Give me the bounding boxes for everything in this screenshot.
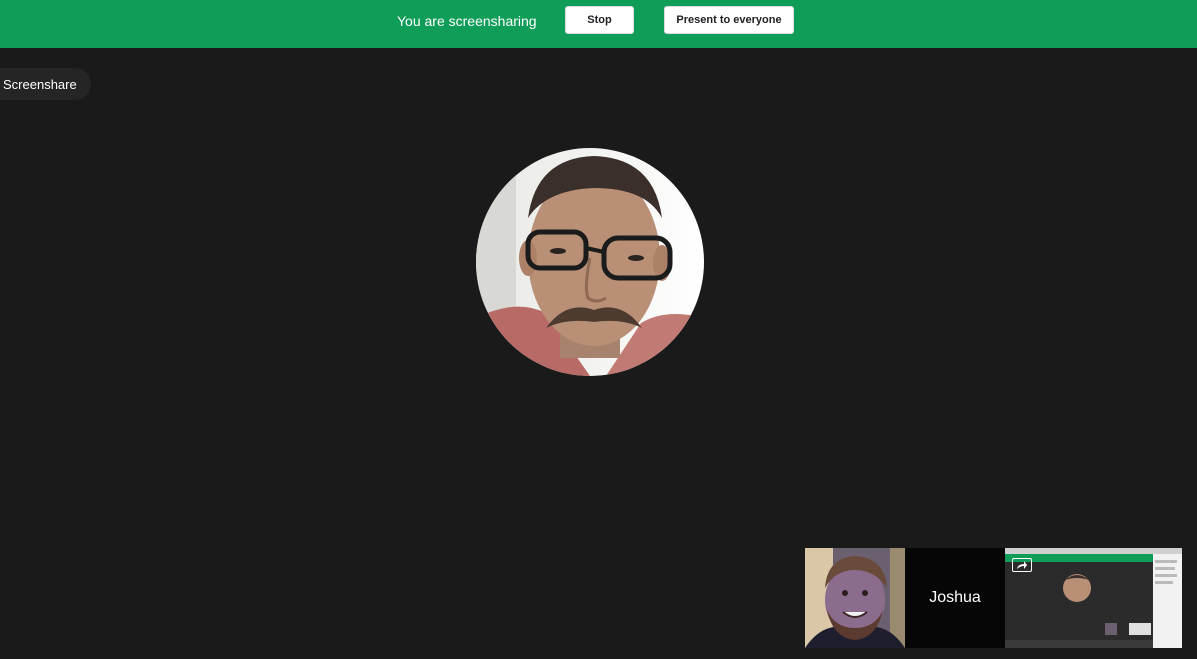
share-screen-icon [1012, 558, 1032, 572]
share-arrow-icon [1017, 561, 1027, 569]
screenshare-banner: You are screensharing Stop Present to ev… [0, 0, 1197, 48]
present-to-everyone-button[interactable]: Present to everyone [664, 6, 794, 34]
presenter-avatar [476, 148, 704, 376]
participant-name-tile[interactable]: Joshua [905, 548, 1005, 648]
presenter-face-image [476, 148, 704, 376]
screenshare-chip-label: Screenshare [3, 76, 77, 92]
participant-camera-tile[interactable] [805, 548, 905, 648]
screensharing-message: You are screensharing [397, 13, 537, 29]
participant-filmstrip: Joshua [805, 548, 1182, 648]
stop-button[interactable]: Stop [565, 6, 634, 34]
screenshare-preview-tile[interactable] [1005, 548, 1182, 648]
participant-camera-image [805, 548, 905, 648]
screenshare-chip[interactable]: Screenshare [0, 68, 91, 100]
participant-name: Joshua [929, 589, 981, 606]
